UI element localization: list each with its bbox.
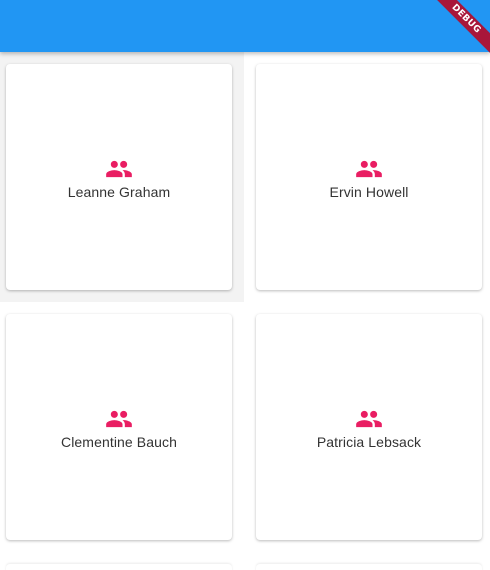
app-window: DEBUG Leanne Graham Ervin Howell Clement… [0,0,490,570]
person-card[interactable]: Leanne Graham [6,64,232,290]
people-icon [356,160,382,177]
person-card[interactable]: Patricia Lebsack [256,314,482,540]
people-grid[interactable]: Leanne Graham Ervin Howell Clementine Ba… [0,40,490,570]
person-card-partial[interactable] [256,564,482,570]
person-name: Clementine Bauch [61,433,177,450]
person-name: Ervin Howell [329,183,409,200]
app-bar [0,0,490,52]
person-card[interactable]: Clementine Bauch [6,314,232,540]
people-icon [106,410,132,427]
person-name: Leanne Graham [67,183,171,200]
person-name: Patricia Lebsack [316,433,422,450]
person-card-partial[interactable] [6,564,232,570]
person-card[interactable]: Ervin Howell [256,64,482,290]
people-icon [356,410,382,427]
people-icon [106,160,132,177]
